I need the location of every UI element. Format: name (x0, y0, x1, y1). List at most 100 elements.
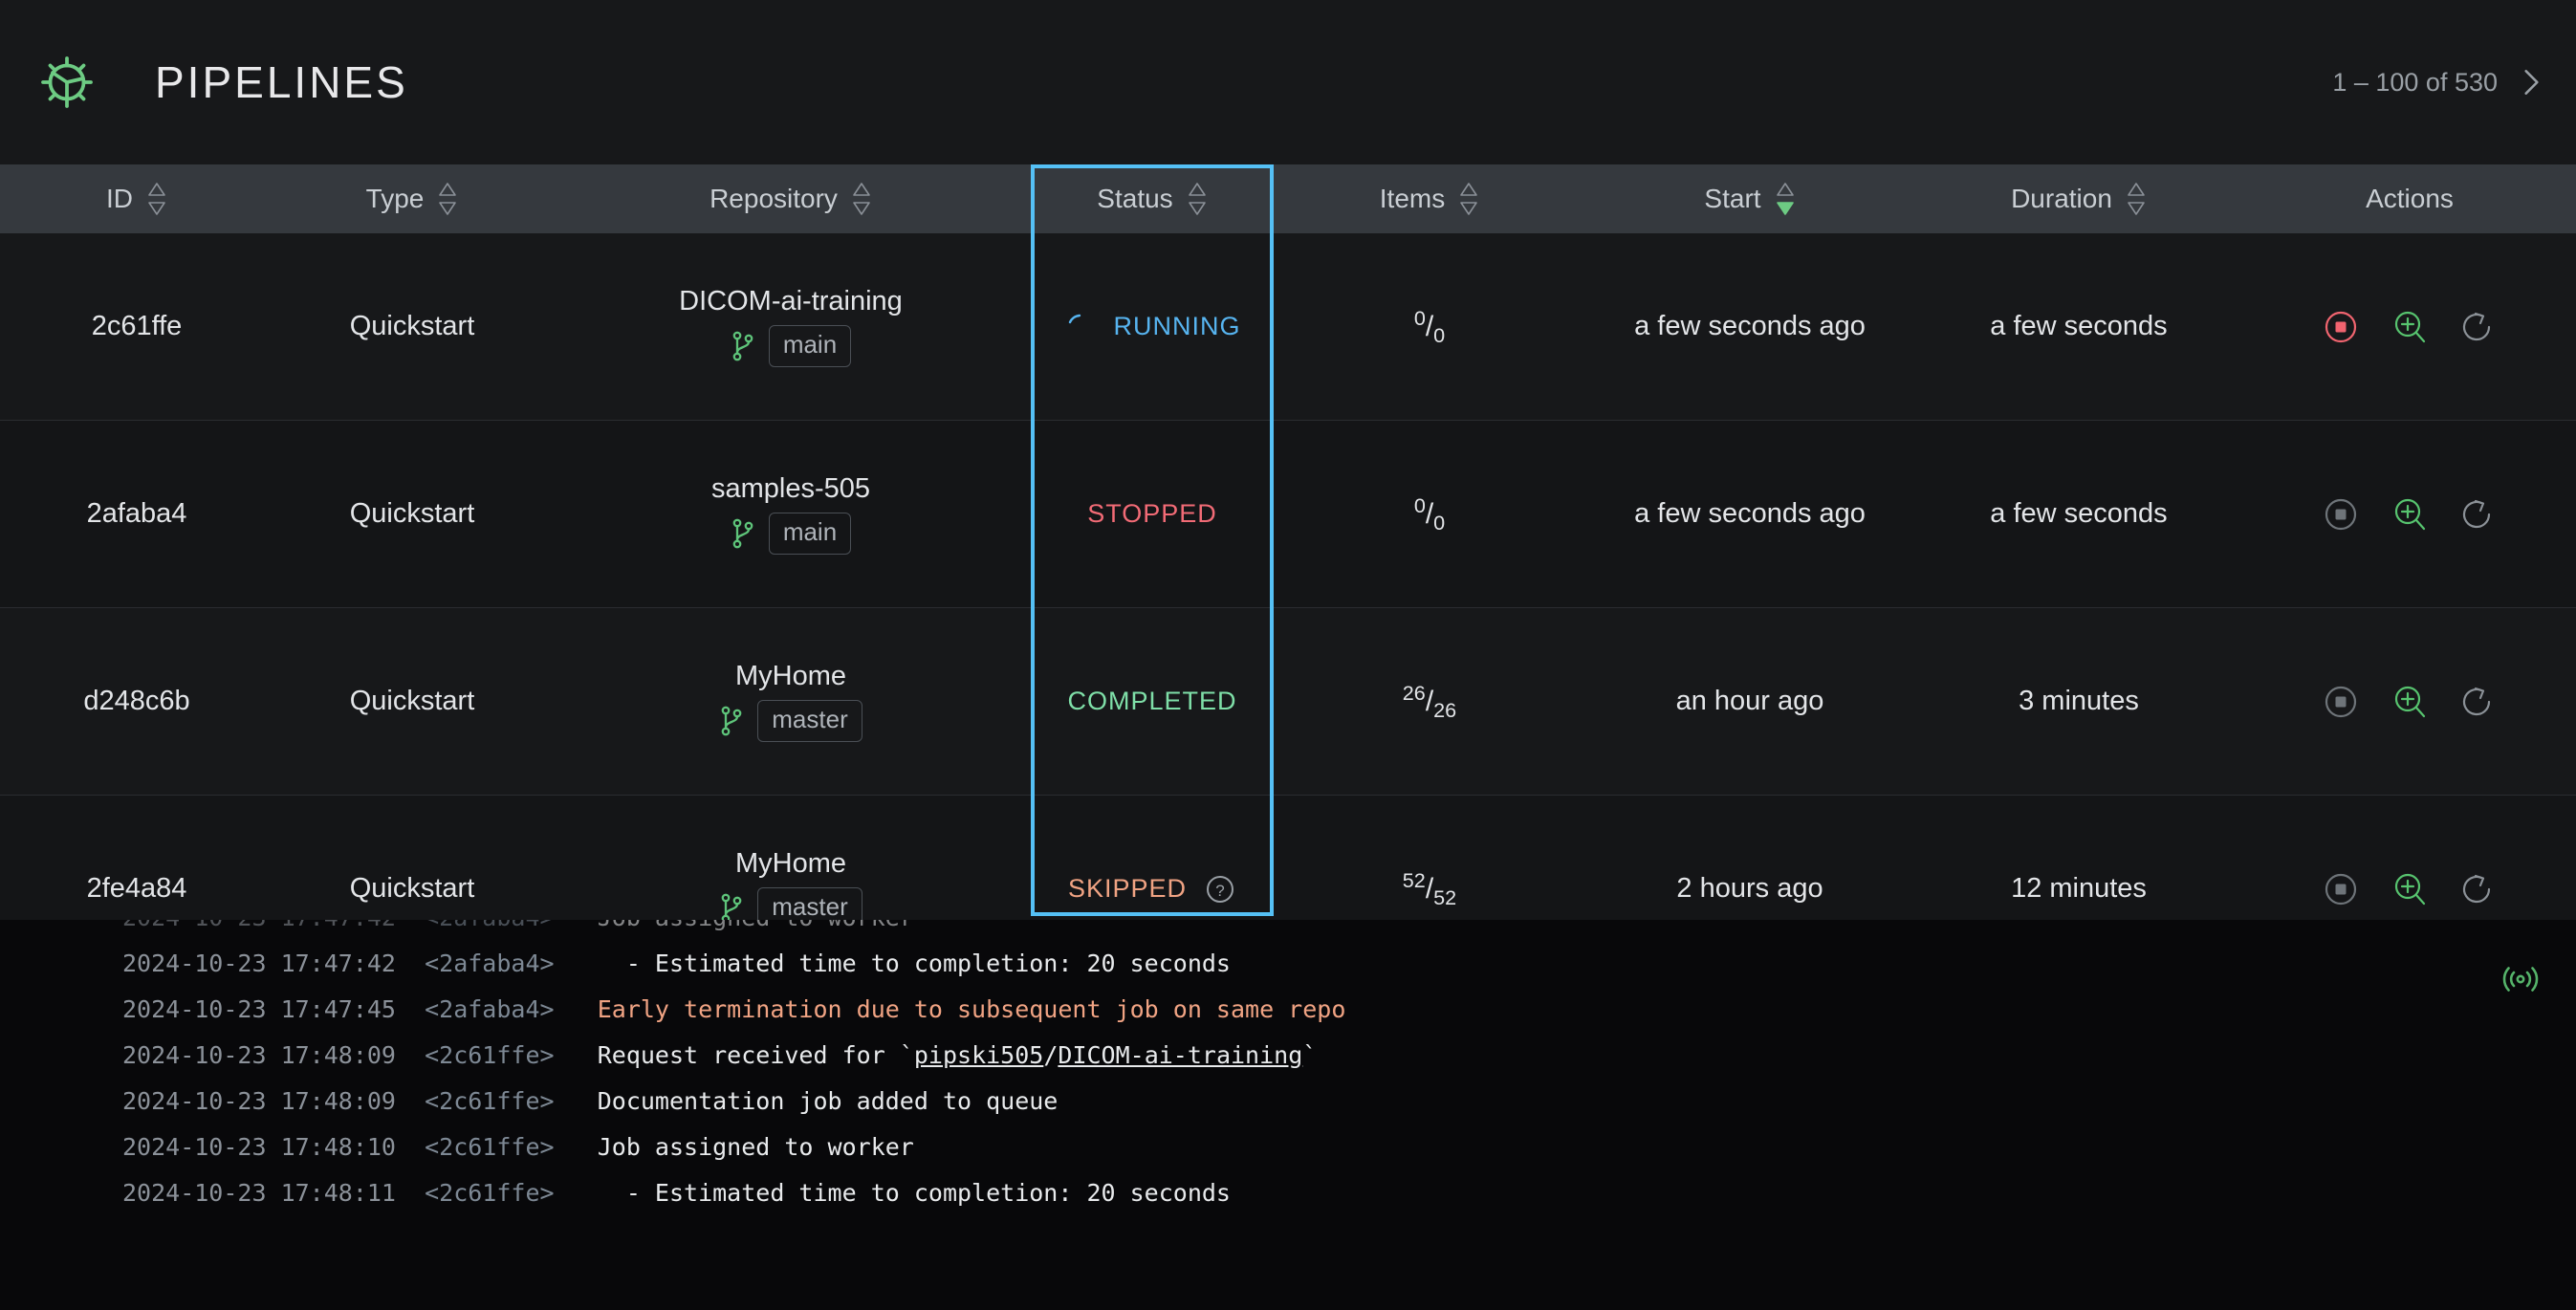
restart-button[interactable] (2458, 869, 2499, 909)
log-message: - Estimated time to completion: 20 secon… (597, 950, 1231, 977)
pagination-label: 1 – 100 of 530 (2332, 67, 2498, 97)
sort-toggle-start-icon[interactable] (1775, 180, 1796, 218)
inspect-button[interactable] (2390, 869, 2430, 909)
app-header: PIPELINES 1 – 100 of 530 (0, 0, 2576, 164)
stop-button (2321, 869, 2361, 909)
status-badge: SKIPPED (1067, 874, 1188, 903)
repository-name[interactable]: DICOM-ai-training (679, 286, 903, 317)
column-header-id[interactable]: ID (0, 164, 273, 233)
branch-tag[interactable]: main (768, 513, 852, 555)
cell-id: d248c6b (83, 686, 190, 716)
cell-status: RUNNING (1031, 233, 1274, 420)
column-header-label: Items (1379, 184, 1446, 213)
log-line: 2024-10-23 17:48:10 <2c61ffe> Job assign… (0, 1124, 2576, 1170)
pipelines-table: ID Type Repository Status Items Start Du… (0, 164, 2576, 983)
stop-button (2321, 682, 2361, 722)
sort-toggle-repo-icon[interactable] (851, 180, 872, 218)
repository-name[interactable]: MyHome (735, 848, 846, 880)
restart-button[interactable] (2458, 682, 2499, 722)
repository-name[interactable]: MyHome (735, 661, 846, 692)
inspect-button[interactable] (2390, 494, 2430, 535)
next-page-button[interactable] (2519, 66, 2543, 98)
restart-icon (2462, 687, 2491, 715)
sort-toggle-duration-icon[interactable] (2126, 180, 2147, 218)
column-header-items[interactable]: Items (1274, 164, 1585, 233)
column-header-label: Duration (2011, 184, 2112, 213)
cell-items: 0/0 (1274, 233, 1585, 420)
repository-name[interactable]: samples-505 (711, 473, 870, 505)
log-pipeline-id: <2c61ffe> (425, 1087, 555, 1115)
help-icon: ? (1207, 875, 1234, 903)
git-branch-icon (731, 330, 755, 362)
sort-toggle-status-icon[interactable] (1187, 180, 1208, 218)
column-header-label: Repository (709, 184, 838, 213)
sort-toggle-type-icon[interactable] (437, 180, 458, 218)
column-header-repo[interactable]: Repository (551, 164, 1031, 233)
inspect-button[interactable] (2390, 682, 2430, 722)
log-lines: 2024-10-23 17:47:42 <2afaba4> Job assign… (0, 920, 2576, 1216)
column-header-label: ID (106, 184, 133, 213)
cell-type: Quickstart (349, 498, 475, 529)
stop-icon (2325, 311, 2357, 342)
log-pipeline-id: <2afaba4> (425, 995, 555, 1023)
log-message: Job assigned to worker (597, 1133, 914, 1161)
branch-tag[interactable]: master (757, 700, 862, 742)
column-header-duration[interactable]: Duration (1914, 164, 2243, 233)
gear-icon (38, 54, 96, 111)
cell-status: STOPPED (1031, 421, 1274, 607)
log-line: 2024-10-23 17:48:11 <2c61ffe> - Estimate… (0, 1170, 2576, 1216)
table-body: 2c61ffe Quickstart DICOM-ai-training main… (0, 233, 2576, 983)
git-branch-icon (732, 518, 753, 549)
column-header-status[interactable]: Status (1031, 164, 1274, 233)
restart-icon (2462, 874, 2491, 903)
status-badge: RUNNING (1113, 312, 1241, 340)
cell-id: 2afaba4 (86, 498, 187, 529)
brand: PIPELINES (0, 54, 408, 111)
cell-start: a few seconds ago (1634, 311, 1866, 341)
broadcast-icon[interactable] (2500, 958, 2542, 1000)
log-timestamp: 2024-10-23 17:48:10 (122, 1133, 396, 1161)
log-link-repo[interactable]: DICOM-ai-training (1058, 1041, 1302, 1069)
column-header-type[interactable]: Type (273, 164, 551, 233)
column-header-label: Status (1097, 184, 1173, 213)
zoom-in-icon (2394, 498, 2426, 530)
cell-start: a few seconds ago (1634, 498, 1866, 529)
cell-duration: 3 minutes (2019, 686, 2139, 716)
cell-actions (2243, 608, 2576, 795)
column-header-start[interactable]: Start (1585, 164, 1914, 233)
log-panel[interactable]: 2024-10-23 17:47:42 <2afaba4> Job assign… (0, 920, 2576, 1310)
pipelines-page: PIPELINES 1 – 100 of 530 ID Type Reposit… (0, 0, 2576, 1310)
stop-icon (2325, 498, 2357, 530)
branch-tag[interactable]: main (768, 325, 852, 367)
stop-icon (2325, 686, 2357, 717)
table-row[interactable]: 2afaba4 Quickstart samples-505 main STOPP… (0, 421, 2576, 608)
restart-button[interactable] (2458, 494, 2499, 535)
column-header-label: Actions (2366, 184, 2454, 213)
log-link-owner[interactable]: pipski505 (914, 1041, 1043, 1069)
status-help-button[interactable]: ? (1204, 873, 1236, 906)
inspect-button[interactable] (2390, 307, 2430, 347)
items-fraction: 0/0 (1413, 492, 1446, 535)
log-pipeline-id: <2afaba4> (425, 950, 555, 977)
cell-repository: DICOM-ai-training main (551, 233, 1031, 420)
table-row[interactable]: 2c61ffe Quickstart DICOM-ai-training main… (0, 233, 2576, 421)
table-row[interactable]: d248c6b Quickstart MyHome master COMPLETE… (0, 608, 2576, 796)
cell-type: Quickstart (349, 311, 475, 341)
stop-button (2321, 494, 2361, 535)
restart-icon (2462, 312, 2491, 340)
cell-duration: a few seconds (1990, 311, 2168, 341)
restart-button[interactable] (2458, 307, 2499, 347)
log-message: Job assigned to worker (598, 920, 914, 931)
cell-start: an hour ago (1675, 686, 1824, 716)
log-timestamp: 2024-10-23 17:48:09 (122, 1041, 396, 1069)
sort-toggle-items-icon[interactable] (1458, 180, 1479, 218)
stop-button[interactable] (2321, 307, 2361, 347)
spinner-icon (1068, 314, 1081, 323)
sort-toggle-id-icon[interactable] (146, 180, 167, 218)
stop-icon (2325, 873, 2357, 905)
cell-type: Quickstart (349, 686, 475, 716)
log-timestamp: 2024-10-23 17:47:45 (122, 995, 396, 1023)
column-header-label: Start (1704, 184, 1761, 213)
zoom-in-icon (2394, 873, 2426, 905)
log-message: Request received for `pipski505/DICOM-ai… (597, 1041, 1318, 1069)
